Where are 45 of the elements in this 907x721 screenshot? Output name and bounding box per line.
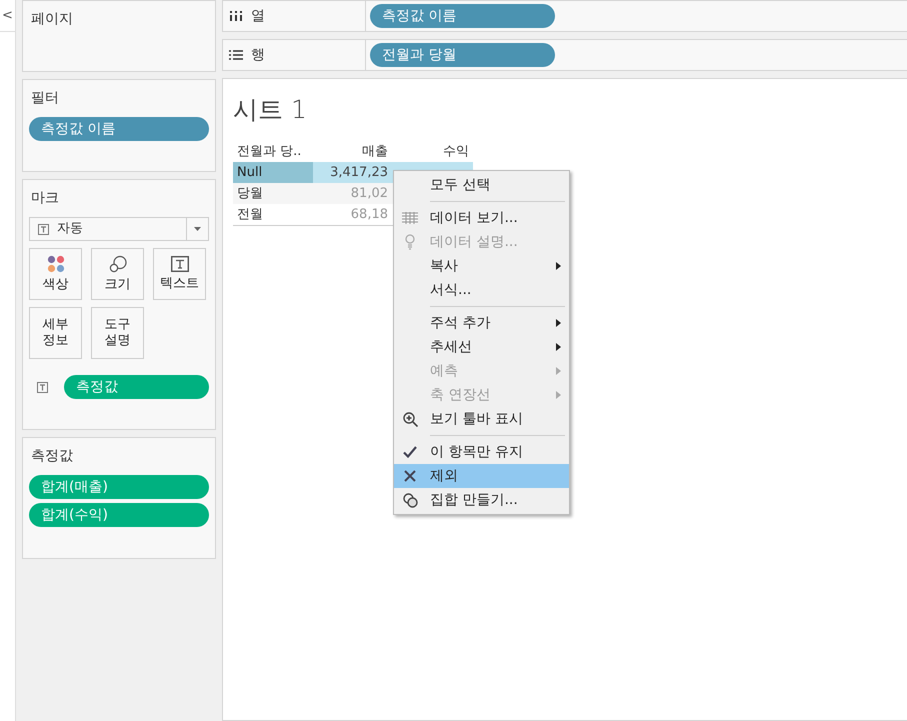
columns-icon	[229, 11, 243, 21]
marks-button[interactable]: 색상	[29, 248, 82, 300]
table-cell: 81,02	[313, 182, 392, 204]
panel-title: 마크	[31, 189, 59, 208]
caret-icon	[194, 227, 201, 231]
shelf-label: 행	[251, 46, 265, 64]
zoom-in-icon	[402, 412, 418, 426]
check-icon	[403, 446, 417, 458]
mark-type-dropdown[interactable]: 자동	[29, 217, 209, 241]
panel-title: 페이지	[31, 10, 73, 29]
menu-item[interactable]: 데이터 보기...	[394, 206, 569, 230]
column-header: 전월과 당..	[236, 142, 302, 160]
sheet-title: 시트 1	[233, 94, 307, 126]
menu-item[interactable]: 집합 만들기...	[394, 488, 569, 512]
panel-title: 측정값	[31, 447, 73, 466]
text-icon	[170, 256, 188, 272]
close-icon	[404, 470, 416, 482]
menu-item[interactable]: 추세선	[394, 335, 569, 359]
menu-item[interactable]: 주석 추가	[394, 311, 569, 335]
dropdown-value: 자동	[57, 220, 83, 238]
menu-item[interactable]: 제외	[394, 464, 569, 488]
row-header: 당월	[233, 182, 313, 204]
shelf-label: 열	[251, 6, 265, 26]
row-header: Null	[233, 162, 313, 182]
color-dots-icon	[46, 255, 64, 273]
column-header: 매출	[361, 142, 389, 160]
menu-item[interactable]: 모두 선택	[394, 173, 569, 197]
table-cell: 3,417,23	[313, 162, 392, 182]
marks-button[interactable]: 도구 설명	[91, 307, 144, 359]
overlapping-circles-icon	[402, 492, 418, 508]
menu-item[interactable]: 보기 툴바 표시	[394, 407, 569, 431]
menu-item[interactable]: 서식...	[394, 278, 569, 302]
lightbulb-icon	[405, 234, 415, 250]
marks-button[interactable]: 세부 정보	[29, 307, 82, 359]
column-header: 수익	[442, 142, 470, 160]
menu-item[interactable]: 복사	[394, 254, 569, 278]
text-mark-icon	[37, 382, 48, 392]
marks-button[interactable]: 텍스트	[153, 248, 206, 300]
circles-icon	[108, 255, 126, 273]
menu-item[interactable]: 이 항목만 유지	[394, 440, 569, 464]
marks-button[interactable]: 크기	[91, 248, 144, 300]
text-mark-icon	[38, 224, 49, 234]
panel-title: 필터	[31, 89, 59, 108]
table-icon	[402, 212, 418, 224]
rows-icon	[229, 50, 243, 60]
